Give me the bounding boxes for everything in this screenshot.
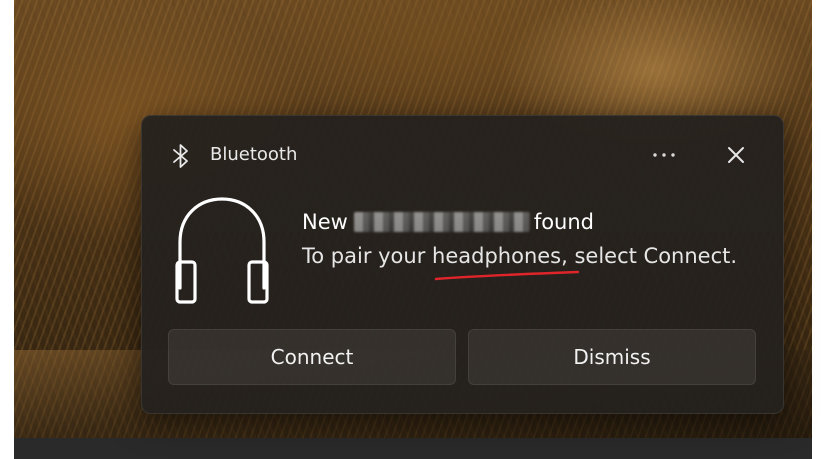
connect-button[interactable]: Connect	[168, 329, 456, 385]
message-part-1: To pair your	[302, 244, 433, 268]
screenshot-frame: Bluetooth New found To pair your headpho…	[0, 0, 825, 459]
redacted-device-name	[353, 212, 530, 232]
close-button[interactable]	[716, 138, 756, 172]
notification-message: To pair your headphones, select Connect.	[302, 242, 737, 270]
message-part-2: , select Connect.	[561, 244, 738, 268]
dismiss-button[interactable]: Dismiss	[468, 329, 756, 385]
close-icon	[728, 147, 744, 163]
bluetooth-icon	[173, 144, 188, 168]
headphones-icon	[175, 197, 269, 304]
title-prefix: New	[302, 210, 348, 234]
app-name: Bluetooth	[210, 144, 298, 165]
taskbar-edge	[14, 438, 812, 459]
more-options-button[interactable]	[644, 138, 684, 172]
red-annotation-underline	[434, 270, 580, 281]
notification-title: New found	[302, 208, 594, 236]
toast-header: Bluetooth	[142, 116, 783, 192]
title-suffix: found	[533, 210, 595, 234]
bluetooth-notification-toast[interactable]: Bluetooth New found To pair your headpho…	[141, 115, 784, 414]
message-highlight: headphones	[432, 244, 562, 268]
toast-actions: Connect Dismiss	[168, 329, 757, 387]
more-options-icon	[653, 153, 675, 157]
